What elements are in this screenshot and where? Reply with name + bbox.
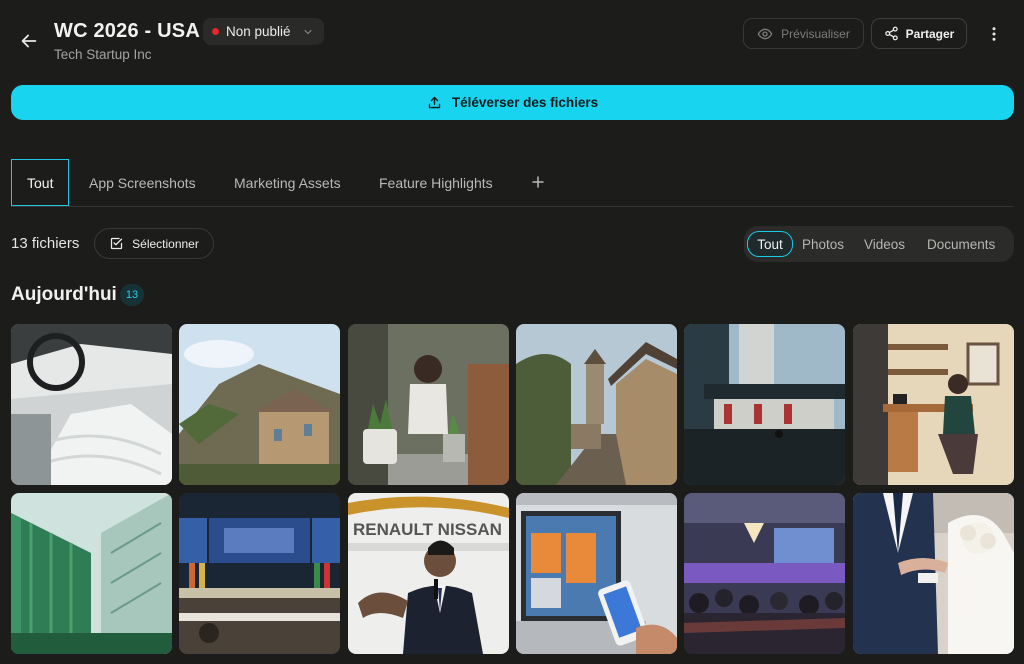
page-subtitle: Tech Startup Inc	[54, 47, 152, 62]
filter-documents[interactable]: Documents	[927, 231, 995, 257]
tab-bar: Tout App Screenshots Marketing Assets Fe…	[11, 159, 1014, 207]
more-vertical-icon	[992, 27, 996, 41]
eye-icon	[757, 28, 773, 39]
page-title: WC 2026 - USA	[54, 20, 200, 42]
car-interior-photo[interactable]	[11, 324, 172, 485]
filter-videos[interactable]: Videos	[864, 231, 905, 257]
checkbox-icon	[111, 237, 123, 250]
woman-plants-photo[interactable]	[348, 324, 509, 485]
preview-button[interactable]: Prévisualiser	[743, 18, 864, 49]
status-dropdown[interactable]: Non publié	[203, 18, 324, 45]
event-audience-photo[interactable]	[684, 493, 845, 654]
tab-app-screenshots[interactable]: App Screenshots	[89, 159, 196, 206]
status-dot-icon	[212, 28, 219, 35]
conference-hall-photo[interactable]	[179, 493, 340, 654]
share-button[interactable]: Partager	[871, 18, 967, 49]
filter-all[interactable]: Tout	[747, 231, 793, 257]
banner-logo-text: RENAULT NISSAN	[353, 520, 502, 539]
village-cliff-photo[interactable]	[179, 324, 340, 485]
upload-button[interactable]: Téléverser des fichiers	[11, 85, 1014, 120]
plus-icon[interactable]	[528, 172, 548, 192]
share-label: Partager	[905, 26, 955, 41]
section-title: Aujourd'hui	[11, 284, 117, 305]
media-grid: RENAULT NISSAN	[11, 324, 1014, 664]
tab-all[interactable]: Tout	[11, 159, 70, 206]
top-bar: WC 2026 - USA Tech Startup Inc Non publi…	[0, 0, 1024, 78]
share-icon	[884, 26, 898, 41]
status-label: Non publié	[226, 24, 291, 39]
select-button[interactable]: Sélectionner	[94, 228, 214, 259]
preview-label: Prévisualiser	[781, 26, 850, 41]
upload-label: Téléverser des fichiers	[451, 95, 599, 110]
chevron-down-icon	[303, 29, 312, 34]
filter-photos[interactable]: Photos	[802, 231, 844, 257]
green-architecture-photo[interactable]	[11, 493, 172, 654]
more-options-button[interactable]	[982, 22, 1006, 46]
arrow-left-icon[interactable]	[18, 30, 40, 52]
select-label: Sélectionner	[132, 236, 199, 251]
laptop-phone-photo[interactable]	[516, 493, 677, 654]
tab-marketing-assets[interactable]: Marketing Assets	[234, 159, 341, 206]
section-count-badge: 13	[120, 284, 144, 306]
upload-icon	[428, 96, 441, 109]
file-count: 13 fichiers	[11, 235, 80, 252]
old-street-photo[interactable]	[516, 324, 677, 485]
tab-feature-highlights[interactable]: Feature Highlights	[379, 159, 493, 206]
speaker-renault-nissan-photo[interactable]: RENAULT NISSAN	[348, 493, 509, 654]
wedding-couple-photo[interactable]	[853, 493, 1014, 654]
home-office-photo[interactable]	[853, 324, 1014, 485]
glass-building-photo[interactable]	[684, 324, 845, 485]
type-filter-group: Tout Photos Videos Documents	[744, 226, 1014, 262]
